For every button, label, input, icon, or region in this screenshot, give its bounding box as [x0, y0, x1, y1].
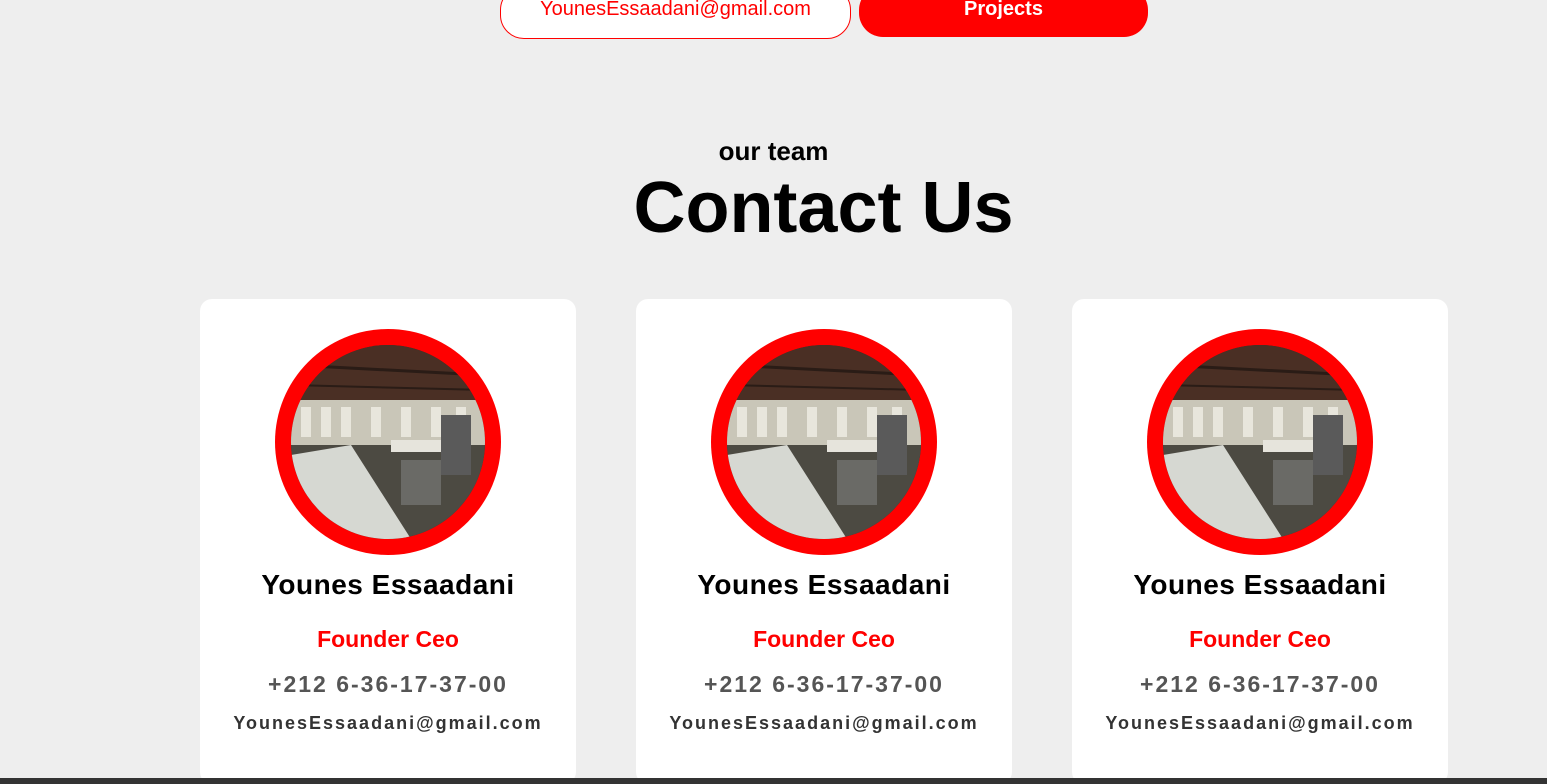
avatar: [275, 329, 501, 555]
office-photo: [727, 345, 921, 539]
member-role: Founder Ceo: [317, 626, 459, 652]
team-cards: Younes Essaadani Founder Ceo +212 6-36-1…: [200, 299, 1448, 784]
top-buttons: YounesEssaadani@gmail.com Projects: [500, 0, 1148, 39]
member-email: YounesEssaadani@gmail.com: [669, 713, 979, 733]
member-role: Founder Ceo: [753, 626, 895, 652]
email-button[interactable]: YounesEssaadani@gmail.com: [500, 0, 851, 39]
avatar: [1147, 329, 1373, 555]
team-card: Younes Essaadani Founder Ceo +212 6-36-1…: [200, 299, 576, 784]
member-name: Younes Essaadani: [1133, 569, 1387, 600]
section-title: Contact Us: [633, 168, 1014, 248]
page: YounesEssaadani@gmail.com Projects our t…: [0, 0, 1547, 784]
member-phone: +212 6-36-17-37-00: [268, 671, 508, 697]
member-email: YounesEssaadani@gmail.com: [233, 713, 543, 733]
member-name: Younes Essaadani: [697, 569, 951, 600]
member-email: YounesEssaadani@gmail.com: [1105, 713, 1415, 733]
member-phone: +212 6-36-17-37-00: [704, 671, 944, 697]
member-phone: +212 6-36-17-37-00: [1140, 671, 1380, 697]
office-photo: [291, 345, 485, 539]
projects-button[interactable]: Projects: [859, 0, 1148, 37]
member-role: Founder Ceo: [1189, 626, 1331, 652]
office-photo: [1163, 345, 1357, 539]
section-subtitle: our team: [718, 136, 829, 166]
member-name: Younes Essaadani: [261, 569, 515, 600]
team-card: Younes Essaadani Founder Ceo +212 6-36-1…: [1072, 299, 1448, 784]
bottom-bar: [0, 778, 1547, 784]
avatar: [711, 329, 937, 555]
team-card: Younes Essaadani Founder Ceo +212 6-36-1…: [636, 299, 1012, 784]
section-header: our team Contact Us: [0, 136, 1547, 248]
